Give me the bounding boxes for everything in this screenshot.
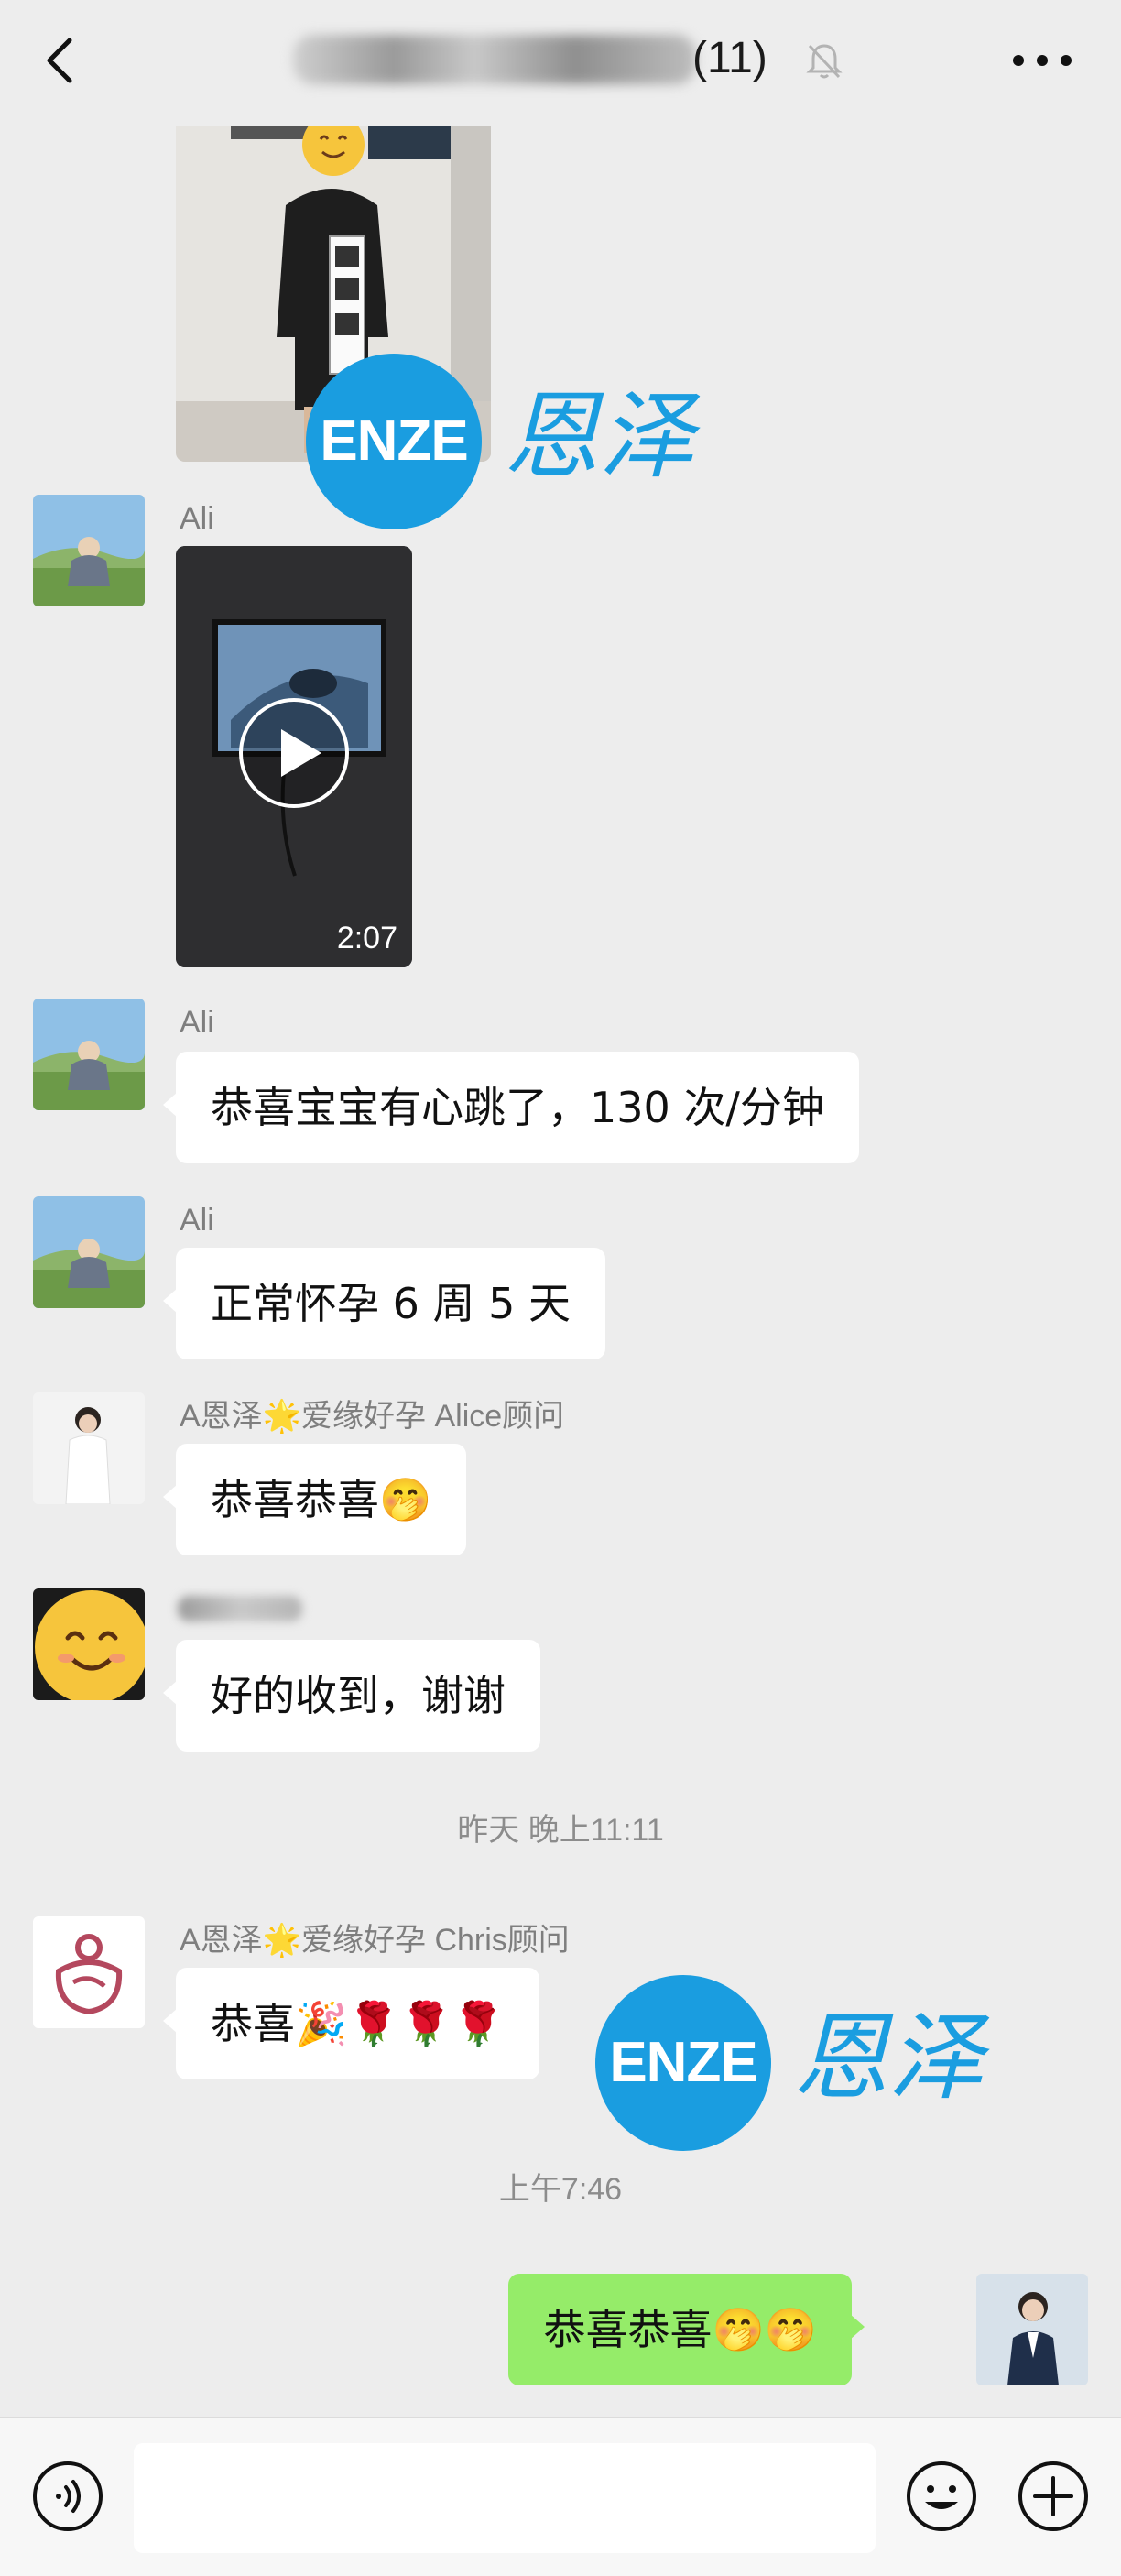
play-icon[interactable]: [237, 696, 351, 810]
emoji-icon[interactable]: [905, 2460, 978, 2533]
chat-header: (11): [0, 0, 1121, 125]
sender-name: A恩泽🌟爱缘好孕 Chris顾问: [180, 1923, 570, 1958]
more-options-icon[interactable]: [1011, 53, 1073, 68]
outgoing-message-bubble[interactable]: 恭喜恭喜🤭🤭: [508, 2274, 865, 2385]
group-name-blurred: [293, 35, 696, 84]
my-avatar[interactable]: [976, 2274, 1088, 2385]
avatar[interactable]: [33, 1588, 145, 1700]
timestamp: 上午7:46: [498, 2172, 623, 2207]
sender-name: Ali: [180, 1005, 214, 1040]
watermark-logo: ENZE: [306, 354, 482, 529]
avatar-image: [33, 999, 145, 1110]
sender-name: A恩泽🌟爱缘好孕 Alice顾问: [180, 1399, 565, 1434]
avatar-image: [33, 1392, 145, 1504]
logo-avatar-image: [33, 1916, 145, 2028]
plus-icon[interactable]: [1017, 2460, 1090, 2533]
message-bubble[interactable]: 正常怀孕 6 周 5 天: [162, 1248, 606, 1359]
sender-name: Ali: [180, 1203, 214, 1238]
message-bubble[interactable]: 恭喜恭喜🤭: [162, 1444, 467, 1555]
watermark-logo: ENZE: [595, 1975, 771, 2151]
watermark-brand: 恩泽: [504, 380, 695, 492]
avatar-image: [33, 495, 145, 606]
smiley-avatar-image: [33, 1588, 145, 1700]
timestamp: 昨天 晚上11:11: [457, 1813, 664, 1848]
message-bubble[interactable]: 恭喜🎉🌹🌹🌹: [162, 1968, 540, 2079]
group-member-count: (11): [692, 34, 767, 82]
avatar[interactable]: [33, 1916, 145, 2028]
message-bubble[interactable]: 恭喜宝宝有心跳了，130 次/分钟: [163, 1052, 859, 1163]
video-message[interactable]: 2:07: [176, 546, 412, 967]
watermark-brand: 恩泽: [793, 2002, 985, 2113]
message-input[interactable]: [134, 2443, 876, 2553]
video-duration: 2:07: [336, 921, 397, 955]
input-bar: [0, 2417, 1121, 2576]
avatar-image: [33, 1196, 145, 1308]
back-chevron-icon[interactable]: [40, 37, 81, 84]
avatar[interactable]: [33, 1392, 145, 1504]
voice-icon[interactable]: [31, 2460, 104, 2533]
avatar-image: [976, 2274, 1088, 2385]
avatar[interactable]: [33, 999, 145, 1110]
avatar[interactable]: [33, 1196, 145, 1308]
sender-name-blurred: [178, 1596, 302, 1621]
bell-off-icon: [806, 44, 843, 79]
message-bubble[interactable]: 好的收到，谢谢: [163, 1640, 540, 1752]
sender-name: Ali: [180, 501, 214, 536]
avatar[interactable]: [33, 495, 145, 606]
